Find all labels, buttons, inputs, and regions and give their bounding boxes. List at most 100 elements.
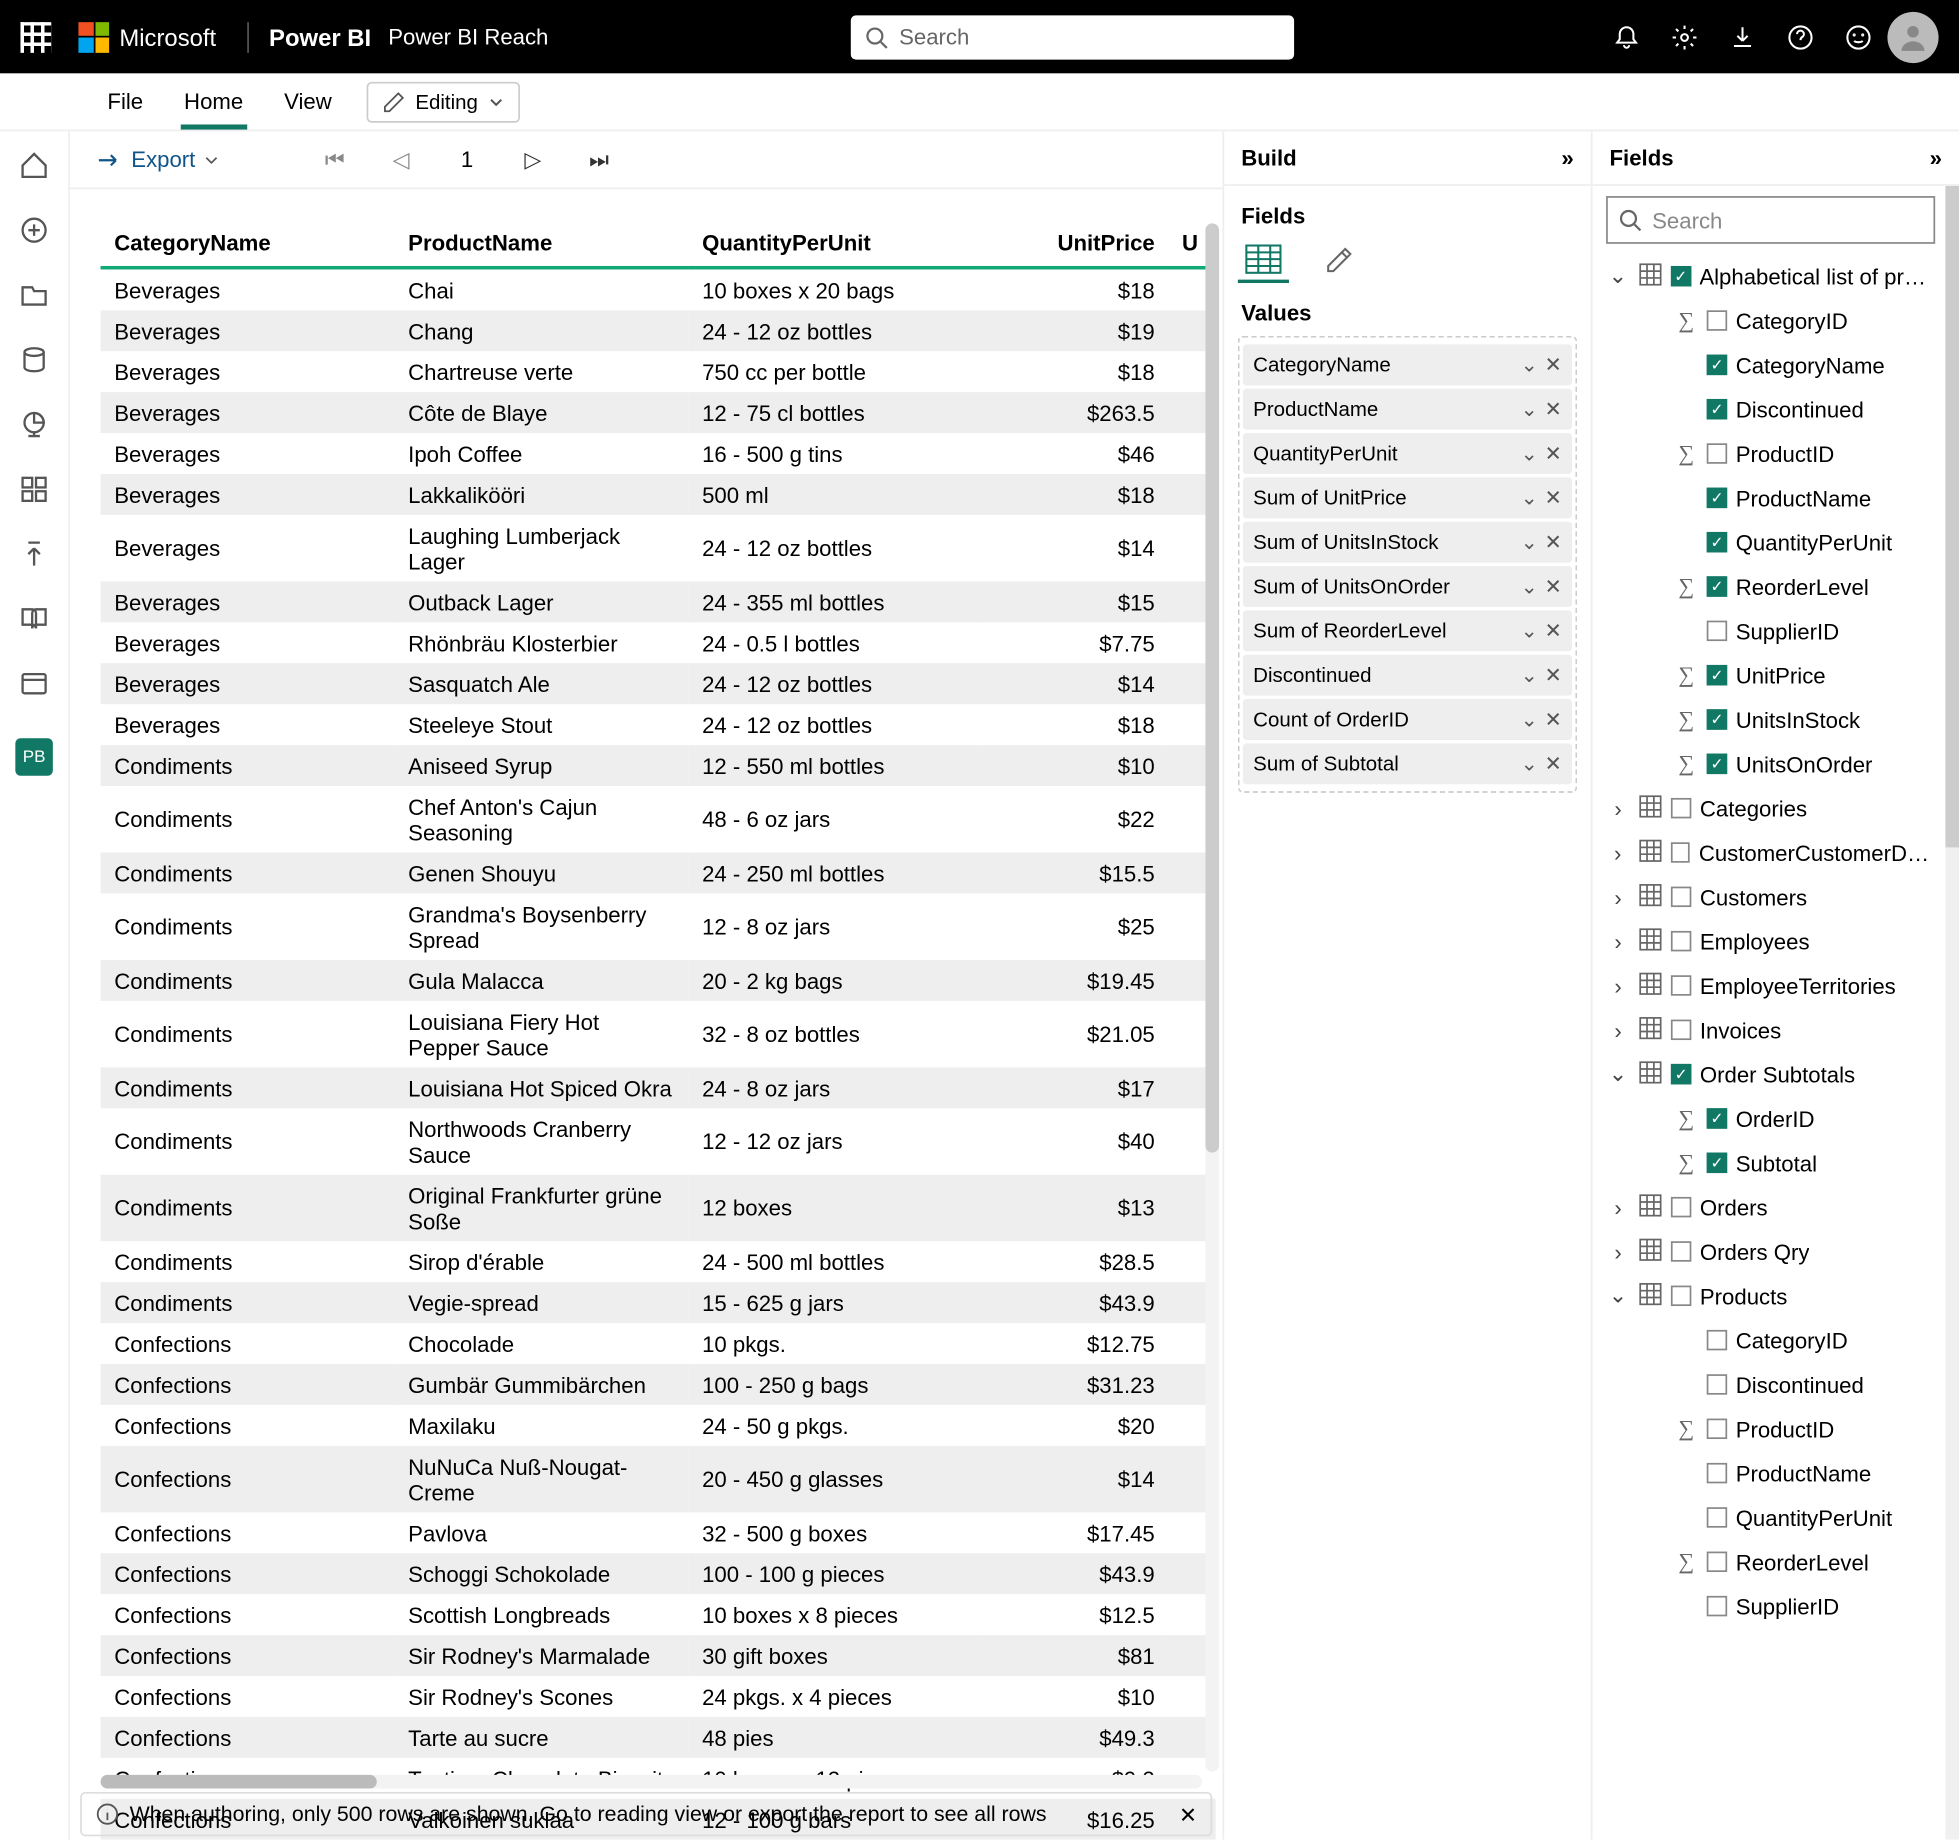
checkbox[interactable]	[1671, 887, 1691, 907]
table-row[interactable]: BeveragesCôte de Blaye12 - 75 cl bottles…	[101, 392, 1216, 433]
column-header[interactable]: ProductName	[395, 220, 689, 268]
checkbox[interactable]	[1707, 1507, 1727, 1527]
chevron-down-icon[interactable]: ⌄	[1521, 619, 1538, 643]
column-header[interactable]: UnitPrice	[982, 220, 1168, 268]
table-row[interactable]: ConfectionsSir Rodney's Scones24 pkgs. x…	[101, 1676, 1216, 1717]
tree-field[interactable]: ∑✓Subtotal	[1606, 1141, 1935, 1185]
checkbox[interactable]	[1671, 1020, 1691, 1040]
checkbox[interactable]	[1670, 842, 1690, 862]
remove-icon[interactable]: ✕	[1545, 575, 1562, 599]
checkbox[interactable]: ✓	[1707, 532, 1727, 552]
checkbox[interactable]: ✓	[1707, 576, 1727, 596]
tree-field[interactable]: CategoryID	[1606, 1318, 1935, 1362]
table-row[interactable]: CondimentsVegie-spread15 - 625 g jars$43…	[101, 1282, 1216, 1323]
checkbox[interactable]: ✓	[1707, 399, 1727, 419]
tree-table[interactable]: ⌄✓Order Subtotals	[1606, 1052, 1935, 1096]
table-row[interactable]: ConfectionsChocolade10 pkgs.$12.75	[101, 1323, 1216, 1364]
tab-home[interactable]: Home	[164, 73, 264, 129]
table-row[interactable]: BeveragesLaughing Lumberjack Lager24 - 1…	[101, 515, 1216, 581]
expand-chevron-icon[interactable]: ›	[1606, 1194, 1630, 1220]
checkbox[interactable]: ✓	[1707, 355, 1727, 375]
fields-search[interactable]: Search	[1606, 196, 1935, 244]
nav-learn-icon[interactable]	[14, 598, 55, 639]
table-row[interactable]: BeveragesRhönbräu Klosterbier24 - 0.5 l …	[101, 622, 1216, 663]
field-well-item[interactable]: CategoryName⌄✕	[1243, 344, 1572, 385]
account-avatar[interactable]	[1887, 11, 1938, 62]
table-row[interactable]: ConfectionsPavlova32 - 500 g boxes$17.45	[101, 1512, 1216, 1553]
chevron-down-icon[interactable]: ⌄	[1521, 486, 1538, 510]
nav-apps-icon[interactable]	[14, 469, 55, 510]
remove-icon[interactable]: ✕	[1545, 353, 1562, 377]
remove-icon[interactable]: ✕	[1545, 442, 1562, 466]
field-well-item[interactable]: Sum of ReorderLevel⌄✕	[1243, 610, 1572, 651]
chevron-down-icon[interactable]: ⌄	[1521, 752, 1538, 776]
field-well-item[interactable]: Count of OrderID⌄✕	[1243, 699, 1572, 740]
table-row[interactable]: ConfectionsMaxilaku24 - 50 g pkgs.$20	[101, 1405, 1216, 1446]
chevron-down-icon[interactable]: ⌄	[1521, 442, 1538, 466]
table-row[interactable]: CondimentsNorthwoods Cranberry Sauce12 -…	[101, 1108, 1216, 1174]
tab-view[interactable]: View	[264, 73, 353, 129]
help-icon[interactable]	[1772, 8, 1830, 66]
checkbox[interactable]: ✓	[1671, 1064, 1691, 1084]
nav-metrics-icon[interactable]	[14, 404, 55, 445]
tree-table[interactable]: ›Invoices	[1606, 1008, 1935, 1052]
table-row[interactable]: CondimentsSirop d'érable24 - 500 ml bott…	[101, 1241, 1216, 1282]
field-well-item[interactable]: Sum of UnitPrice⌄✕	[1243, 477, 1572, 518]
tree-field[interactable]: ✓CategoryName	[1606, 343, 1935, 387]
chevron-down-icon[interactable]: ⌄	[1521, 663, 1538, 687]
tree-field[interactable]: SupplierID	[1606, 1584, 1935, 1628]
tree-field[interactable]: ∑CategoryID	[1606, 298, 1935, 342]
field-well-item[interactable]: Sum of UnitsInStock⌄✕	[1243, 522, 1572, 563]
table-row[interactable]: CondimentsChef Anton's Cajun Seasoning48…	[101, 786, 1216, 852]
tree-table[interactable]: ⌄✓Alphabetical list of pro…	[1606, 254, 1935, 298]
tree-table[interactable]: ›Categories	[1606, 786, 1935, 830]
checkbox[interactable]: ✓	[1707, 709, 1727, 729]
tree-field[interactable]: ∑✓UnitPrice	[1606, 653, 1935, 697]
table-row[interactable]: ConfectionsTarte au sucre48 pies$49.3	[101, 1717, 1216, 1758]
remove-icon[interactable]: ✕	[1545, 752, 1562, 776]
checkbox[interactable]	[1707, 1419, 1727, 1439]
table-row[interactable]: ConfectionsSchoggi Schokolade100 - 100 g…	[101, 1553, 1216, 1594]
column-header[interactable]: QuantityPerUnit	[688, 220, 982, 268]
export-button[interactable]: Export	[87, 139, 230, 180]
chevron-down-icon[interactable]: ⌄	[1521, 397, 1538, 421]
chevron-down-icon[interactable]: ⌄	[1521, 530, 1538, 554]
remove-icon[interactable]: ✕	[1545, 530, 1562, 554]
tree-table[interactable]: ›Customers	[1606, 875, 1935, 919]
checkbox[interactable]: ✓	[1707, 1153, 1727, 1173]
table-row[interactable]: BeveragesSasquatch Ale24 - 12 oz bottles…	[101, 663, 1216, 704]
checkbox[interactable]	[1707, 1330, 1727, 1350]
expand-chevron-icon[interactable]: ›	[1606, 884, 1630, 910]
expand-chevron-icon[interactable]: ›	[1606, 1017, 1630, 1043]
tree-table[interactable]: ›EmployeeTerritories	[1606, 963, 1935, 1007]
table-row[interactable]: BeveragesChartreuse verte750 cc per bott…	[101, 351, 1216, 392]
tree-field[interactable]: ∑✓UnitsInStock	[1606, 697, 1935, 741]
remove-icon[interactable]: ✕	[1545, 397, 1562, 421]
nav-deploy-icon[interactable]	[14, 534, 55, 575]
expand-chevron-icon[interactable]: ›	[1606, 795, 1630, 821]
tree-field[interactable]: ✓ProductName	[1606, 476, 1935, 520]
feedback-icon[interactable]	[1829, 8, 1887, 66]
global-search[interactable]: Search	[851, 14, 1294, 58]
edit-mode-dropdown[interactable]: Editing	[366, 81, 521, 122]
collapse-pane-icon[interactable]: »	[1561, 145, 1573, 171]
notifications-icon[interactable]	[1598, 8, 1656, 66]
checkbox[interactable]: ✓	[1707, 754, 1727, 774]
table-row[interactable]: CondimentsGula Malacca20 - 2 kg bags$19.…	[101, 960, 1216, 1001]
nav-prev-icon[interactable]: ◁	[376, 146, 427, 173]
nav-workspaces-icon[interactable]	[14, 663, 55, 704]
checkbox[interactable]	[1707, 310, 1727, 330]
expand-chevron-icon[interactable]: ›	[1606, 928, 1630, 954]
checkbox[interactable]	[1707, 443, 1727, 463]
expand-chevron-icon[interactable]: ⌄	[1606, 263, 1630, 290]
tree-field[interactable]: Discontinued	[1606, 1362, 1935, 1406]
remove-icon[interactable]: ✕	[1545, 486, 1562, 510]
table-row[interactable]: ConfectionsScottish Longbreads10 boxes x…	[101, 1594, 1216, 1635]
table-row[interactable]: BeveragesLakkalikööri500 ml$18	[101, 474, 1216, 515]
checkbox[interactable]	[1671, 1197, 1691, 1217]
nav-last-icon[interactable]: ⏭	[572, 146, 626, 173]
checkbox[interactable]	[1671, 1286, 1691, 1306]
nav-create-icon[interactable]	[14, 210, 55, 251]
nav-browse-icon[interactable]	[14, 275, 55, 316]
remove-icon[interactable]: ✕	[1545, 708, 1562, 732]
